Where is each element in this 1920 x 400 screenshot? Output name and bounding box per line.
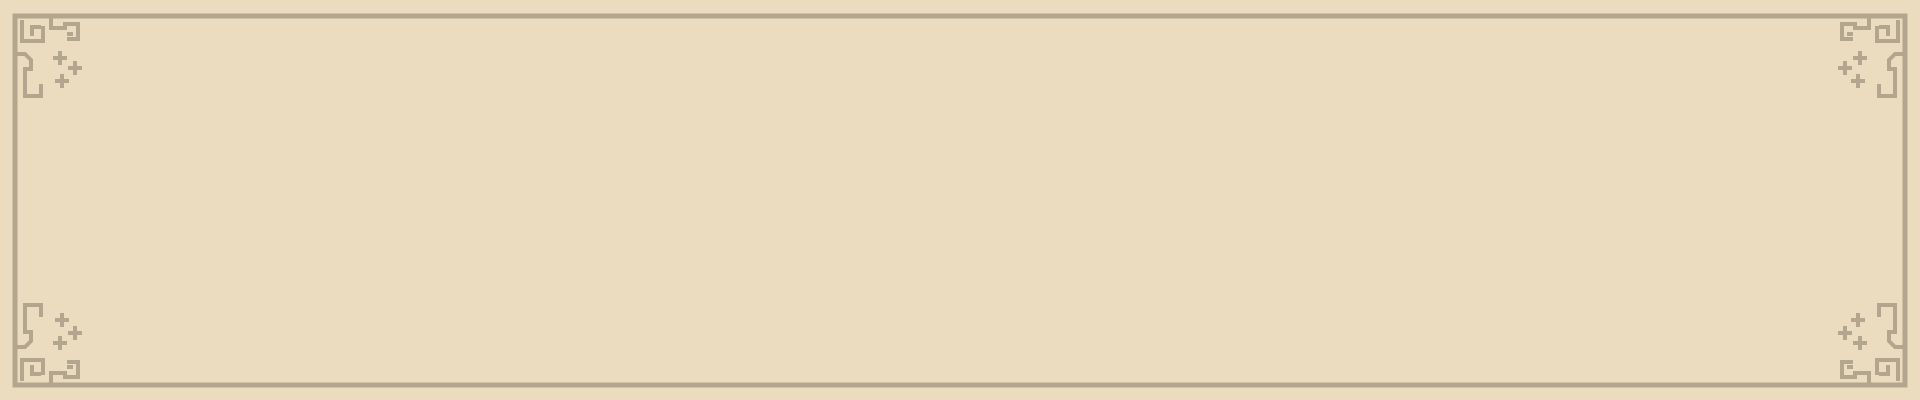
corner-ornament-top-right xyxy=(1838,18,1903,98)
corner-ornament-bottom-left xyxy=(17,303,82,383)
swirl-ornament-icon xyxy=(17,18,82,98)
parchment-panel xyxy=(0,0,1920,400)
swirl-ornament-icon xyxy=(1838,303,1903,383)
swirl-ornament-icon xyxy=(17,303,82,383)
swirl-ornament-icon xyxy=(1838,18,1903,98)
panel-content-area xyxy=(110,110,1810,290)
corner-ornament-bottom-right xyxy=(1838,303,1903,383)
corner-ornament-top-left xyxy=(17,18,82,98)
